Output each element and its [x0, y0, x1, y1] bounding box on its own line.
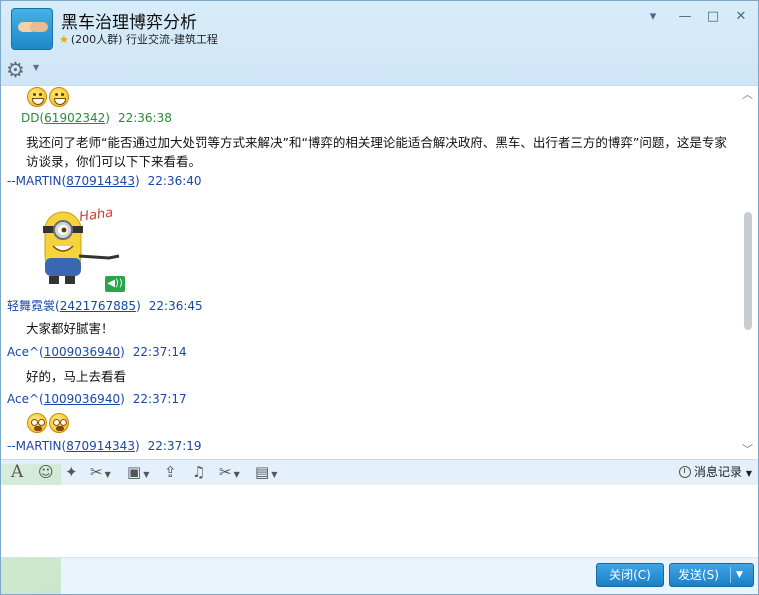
grin-emoji-icon [27, 87, 47, 107]
font-icon[interactable]: A [11, 462, 23, 482]
message-time: 22:37:14 [132, 345, 187, 359]
sender-name: DD [21, 111, 40, 125]
chevron-down-icon: ▼ [745, 469, 752, 478]
message-header: --MARTIN(870914343) 22:36:40 [7, 174, 202, 188]
dizzy-emoji-icon [49, 413, 69, 433]
send-button[interactable]: 发送(S) ▼ [669, 563, 754, 587]
message-time: 22:37:19 [147, 439, 202, 453]
sender-name: Ace^ [7, 392, 40, 406]
sticker-caption: Haha [78, 205, 114, 225]
message-time: 22:36:38 [117, 111, 172, 125]
message-text: 好的，马上去看看 [26, 369, 127, 384]
grin-emoji-icon [49, 87, 69, 107]
upload-icon[interactable]: ⇪ [164, 462, 177, 482]
close-button[interactable]: 关闭(C) [596, 563, 664, 587]
sender-name: --MARTIN [7, 174, 62, 188]
sender-uin-link[interactable]: 870914343 [66, 439, 135, 453]
scroll-up-icon[interactable]: ︿ [742, 86, 753, 102]
magic-wand-icon[interactable]: ✦ [65, 462, 78, 482]
message-header: Ace^(1009036940) 22:37:14 [7, 345, 187, 359]
scrollbar-thumb[interactable] [744, 212, 752, 330]
maximize-icon[interactable]: □ [702, 7, 724, 27]
gear-icon[interactable]: ⚙ [6, 59, 28, 81]
send-label: 发送(S) [678, 568, 719, 582]
scroll-down-icon[interactable]: ﹀ [742, 441, 753, 457]
sender-uin-link[interactable]: 61902342 [44, 111, 105, 125]
window-title: 黑车治理博弈分析 [61, 13, 197, 33]
title-bar: 黑车治理博弈分析 ★ (200人群) 行业交流-建筑工程 ▾ — □ ✕ [1, 1, 758, 55]
sender-name: --MARTIN [7, 439, 62, 453]
message-header: Ace^(1009036940) 22:37:17 [7, 392, 187, 406]
sender-uin-link[interactable]: 1009036940 [44, 345, 120, 359]
gear-dropdown-icon[interactable]: ▼ [33, 63, 39, 72]
sender-name: 轻舞霓裳 [7, 299, 56, 313]
more-tools-icon[interactable]: ▤ ▼ [255, 462, 277, 482]
message-header: --MARTIN(870914343) 22:37:19 [7, 439, 202, 453]
emoji-group [27, 87, 71, 110]
group-info: ★ (200人群) 行业交流-建筑工程 [59, 31, 218, 47]
sender-uin-link[interactable]: 870914343 [66, 174, 135, 188]
emoji-group [27, 413, 71, 436]
sender-uin-link[interactable]: 2421767885 [60, 299, 136, 313]
chat-window: 黑车治理博弈分析 ★ (200人群) 行业交流-建筑工程 ▾ — □ ✕ ⚙ ▼ … [0, 0, 759, 595]
scissors-icon[interactable]: ✂ ▼ [219, 462, 240, 482]
message-text: 大家都好腻害！ [26, 321, 114, 336]
message-history-button[interactable]: 消息记录 ▼ [679, 463, 752, 480]
message-area[interactable]: ︿ DD(61902342) 22:36:38 我还问了老师“能否通过加大处罚等方… [1, 85, 758, 460]
image-icon[interactable]: ▣ ▼ [127, 462, 149, 482]
close-icon[interactable]: ✕ [730, 7, 752, 27]
dizzy-emoji-icon [27, 413, 47, 433]
input-toolbar: A ☺ ✦ ✂ ▼ ▣ ▼ ⇪ ♫ ✂ ▼ ▤ ▼ 消息记录 ▼ [1, 459, 758, 485]
message-input[interactable] [1, 485, 758, 558]
star-icon: ★ [59, 33, 69, 46]
message-header: 轻舞霓裳(2421767885) 22:36:45 [7, 299, 203, 313]
emoji-icon[interactable]: ☺ [38, 462, 54, 482]
minimize-icon[interactable]: — [674, 7, 696, 27]
sender-uin-link[interactable]: 1009036940 [44, 392, 120, 406]
group-avatar[interactable] [11, 8, 53, 50]
dropdown-icon[interactable]: ▾ [642, 7, 664, 27]
group-size: (200人群) [70, 33, 123, 46]
message-time: 22:36:40 [147, 174, 202, 188]
message-time: 22:36:45 [148, 299, 203, 313]
message-text: 我还问了老师“能否通过加大处罚等方式来解决”和“博弈的相关理论能适合解决政府、黑… [26, 135, 727, 169]
message-header: DD(61902342) 22:36:38 [21, 111, 172, 125]
message-time: 22:37:17 [132, 392, 187, 406]
sound-icon[interactable]: ◀)) [105, 276, 125, 292]
history-label: 消息记录 [694, 465, 743, 479]
clock-icon [679, 466, 691, 478]
music-icon[interactable]: ♫ [192, 462, 205, 482]
send-options-icon[interactable]: ▼ [736, 564, 743, 586]
group-category: 行业交流-建筑工程 [125, 33, 218, 46]
screenshot-icon[interactable]: ✂ ▼ [90, 462, 111, 482]
sender-name: Ace^ [7, 345, 40, 359]
